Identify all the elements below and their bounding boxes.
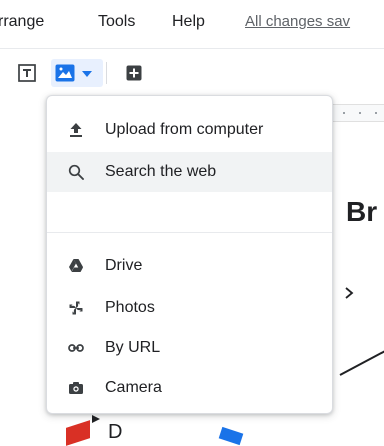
all-changes-saved-link[interactable]: All changes sav [245,12,350,32]
arrow-icon [92,415,100,423]
toolbar-top-divider [0,48,384,49]
menu-option-search-web[interactable]: Search the web [47,152,332,192]
ruler-tick [375,112,377,114]
drive-icon [69,259,83,272]
menu-option-photos[interactable]: Photos [47,288,332,328]
menu-option-label: Camera [105,379,162,396]
menu-option-camera[interactable]: Camera [47,368,332,408]
search-icon [68,164,84,180]
new-slide-icon[interactable] [126,65,142,81]
menu-arrange[interactable]: rrange [0,12,44,32]
menu-option-label: Search the web [105,163,217,180]
menu-option-label: By URL [105,339,161,356]
menu-tools[interactable]: Tools [98,12,135,32]
ruler-tick [359,112,361,114]
image-insert-menu: Upload from computer Search the web Driv… [46,95,333,414]
link-icon [68,344,84,352]
toolbar-divider [106,62,107,84]
menu-option-label: Photos [105,299,155,316]
menu-separator [47,232,332,233]
slide-title-fragment: Br [346,196,378,227]
slide-canvas [330,124,384,442]
text-box-icon[interactable] [18,64,36,82]
slide-letter: D [108,421,123,443]
menu-option-by-url[interactable]: By URL [47,328,332,368]
chevron-down-icon[interactable] [82,71,92,77]
upload-icon [70,123,82,137]
menu-option-upload[interactable]: Upload from computer [47,110,332,150]
slide-blue-shape [218,426,244,446]
menu-bar: rrange Tools Help All changes sav [0,0,384,48]
ruler-tick [343,112,345,114]
image-icon [55,64,75,82]
menu-help[interactable]: Help [172,12,205,32]
camera-icon [69,382,83,394]
chevron-icon [345,287,354,299]
photos-icon [69,301,83,315]
menu-option-drive[interactable]: Drive [47,246,332,286]
menu-option-label: Drive [105,257,143,274]
slide-red-shape [66,420,90,446]
menu-option-label: Upload from computer [105,121,264,138]
